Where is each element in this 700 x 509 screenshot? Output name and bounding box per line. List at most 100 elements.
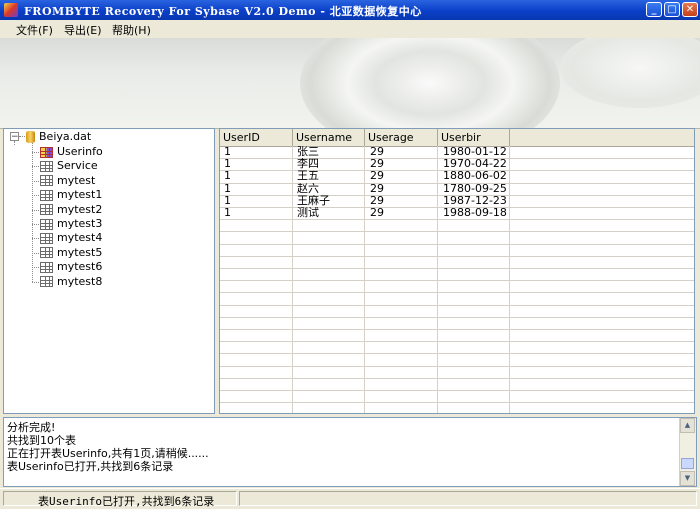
table-cell: 29	[370, 194, 384, 207]
table-icon	[40, 218, 53, 230]
database-icon	[26, 131, 35, 143]
tree-table-mytest6[interactable]: mytest6	[40, 260, 102, 274]
table-icon	[40, 189, 53, 201]
tree-table-mytest[interactable]: mytest	[40, 174, 95, 188]
tree-line	[32, 180, 39, 182]
tree-table-mytest8[interactable]: mytest8	[40, 275, 102, 289]
table-icon	[40, 247, 53, 259]
tree-table-mytest2[interactable]: mytest2	[40, 203, 102, 217]
tree-table-label: mytest3	[57, 217, 103, 230]
tree-expander[interactable]: −	[10, 132, 19, 142]
table-cell: 29	[370, 170, 384, 183]
tree-table-label: Service	[57, 159, 98, 173]
tree-table-mytest4[interactable]: mytest4	[40, 231, 102, 245]
tree-table-label: mytest8	[57, 274, 103, 288]
tree-line	[32, 209, 39, 211]
table-cell: 1980-01-12 ...	[443, 146, 508, 158]
table-cell: 29	[370, 158, 384, 171]
banner-image	[0, 38, 700, 129]
table-icon	[40, 232, 53, 244]
table-icon	[40, 175, 53, 187]
table-cell: 1780-09-25 ...	[443, 182, 508, 195]
grid-column-line	[292, 146, 293, 413]
tree-line	[32, 143, 33, 282]
table-icon	[40, 146, 53, 158]
grid-column-line	[437, 146, 438, 413]
table-cell: 1	[224, 194, 231, 207]
scroll-up-icon[interactable]: ▲	[680, 418, 695, 433]
table-icon	[40, 276, 53, 288]
tree-line	[19, 136, 25, 137]
table-cell: 29	[370, 146, 384, 158]
table-cell: 29	[370, 182, 384, 195]
status-pane-main: 表Userinfo已打开,共找到6条记录	[3, 491, 237, 508]
close-button[interactable]: ✕	[682, 2, 698, 17]
tree-table-service[interactable]: Service	[40, 159, 98, 173]
tree-line	[32, 238, 39, 240]
table-cell: 1987-12-23 ...	[443, 194, 508, 207]
table-cell: 1988-09-18 ...	[443, 207, 508, 219]
status-text: 表Userinfo已打开,共找到6条记录	[38, 495, 215, 508]
disc-graphic-secondary	[560, 38, 700, 108]
table-cell: 29	[370, 207, 384, 219]
disc-graphic	[300, 38, 560, 128]
table-cell: 李四	[297, 158, 319, 171]
status-pane-secondary	[239, 491, 697, 506]
column-header-username[interactable]: Username	[293, 129, 365, 146]
tree-table-label: mytest6	[57, 260, 103, 274]
table-cell: 测试	[297, 207, 319, 219]
table-cell: 1	[224, 207, 231, 219]
table-cell: 张三	[297, 146, 319, 158]
grid-column-line	[364, 146, 365, 413]
tree-line	[32, 267, 39, 269]
tree-table-mytest1[interactable]: mytest1	[40, 188, 102, 202]
grid-header: UserID Username Userage Userbir	[220, 129, 694, 147]
log-scrollbar[interactable]: ▲ ▼	[679, 418, 696, 486]
menu-bar: 文件(F) 导出(E) 帮助(H)	[0, 20, 700, 38]
table-cell: 王五	[297, 170, 319, 183]
tree-line	[32, 281, 39, 283]
grid-column-line	[509, 146, 510, 413]
table-cell: 1	[224, 146, 231, 158]
tree-table-userinfo[interactable]: Userinfo	[40, 145, 103, 159]
table-icon	[40, 160, 53, 172]
tree-table-label: mytest4	[57, 231, 103, 245]
tree-table-label: Userinfo	[57, 145, 103, 158]
table-cell: 1	[224, 158, 231, 171]
log-panel[interactable]: 分析完成! 共找到10个表 正在打开表Userinfo,共有1页,请稍候....…	[3, 417, 697, 487]
tree-root-beiya[interactable]: Beiya.dat	[26, 130, 91, 144]
menu-file[interactable]: 文件(F)	[16, 22, 53, 38]
menu-export[interactable]: 导出(E)	[64, 22, 102, 38]
minimize-button[interactable]: _	[646, 2, 662, 17]
table-tree[interactable]: − Beiya.dat Userinfo Service mytest mytest1…	[3, 128, 215, 414]
window-title: FROMBYTE Recovery For Sybase V2.0 Demo -…	[24, 5, 422, 18]
table-icon	[40, 261, 53, 273]
data-grid[interactable]: UserID Username Userage Userbir 1 张三 29 198…	[219, 128, 695, 414]
tree-table-label: mytest2	[57, 202, 103, 216]
tree-table-mytest3[interactable]: mytest3	[40, 217, 102, 231]
menu-help[interactable]: 帮助(H)	[112, 22, 151, 38]
status-bar: 表Userinfo已打开,共找到6条记录	[0, 488, 700, 509]
tree-line	[32, 252, 39, 254]
table-cell: 1	[224, 182, 231, 195]
tree-table-label: mytest1	[57, 188, 103, 202]
table-cell: 1	[224, 170, 231, 183]
log-line: 表Userinfo已打开,共找到6条记录	[7, 460, 174, 473]
scroll-down-icon[interactable]: ▼	[680, 471, 695, 486]
tree-line	[32, 166, 39, 168]
column-header-userbir[interactable]: Userbir	[438, 129, 510, 146]
column-header-userid[interactable]: UserID	[220, 129, 293, 146]
tree-table-label: mytest5	[57, 245, 103, 259]
table-cell: 1970-04-22 ...	[443, 158, 508, 171]
tree-line	[32, 152, 39, 153]
scroll-thumb[interactable]	[681, 458, 694, 469]
table-icon	[40, 204, 53, 216]
maximize-button[interactable]: □	[664, 2, 680, 17]
column-header-userage[interactable]: Userage	[365, 129, 438, 146]
tree-table-mytest5[interactable]: mytest5	[40, 246, 102, 260]
title-bar: FROMBYTE Recovery For Sybase V2.0 Demo -…	[0, 0, 700, 20]
table-cell: 赵六	[297, 182, 319, 195]
tree-table-label: mytest	[57, 173, 96, 187]
tree-root-label: Beiya.dat	[39, 130, 92, 143]
app-icon	[4, 3, 18, 17]
